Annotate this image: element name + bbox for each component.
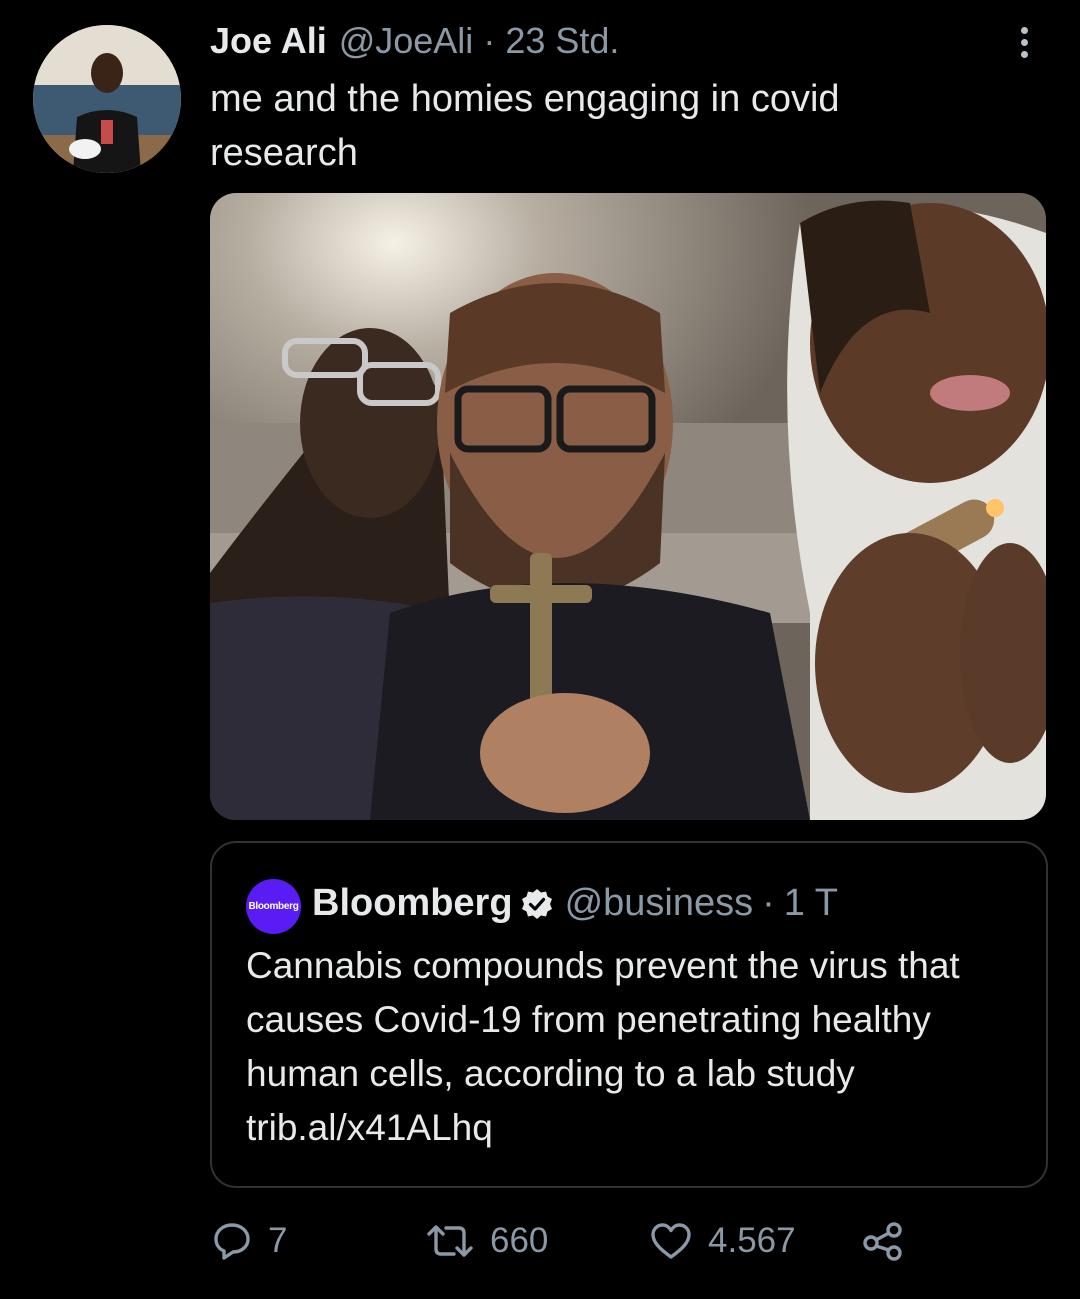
like-button[interactable]: 4.567: [648, 1214, 796, 1268]
author-avatar[interactable]: [33, 25, 181, 173]
quoted-author-name: Bloomberg: [312, 881, 513, 924]
quoted-tweet-header: Bloomberg @business · 1 T: [312, 879, 838, 927]
tweet-action-bar: 7 660 4.567: [210, 1214, 930, 1268]
quoted-author-handle: @business: [564, 881, 754, 924]
retweet-icon: [424, 1219, 476, 1263]
quoted-author-avatar[interactable]: Bloomberg: [246, 879, 301, 934]
like-count: 4.567: [708, 1221, 796, 1260]
retweet-count: 660: [490, 1221, 549, 1260]
reply-count: 7: [268, 1221, 288, 1260]
retweet-button[interactable]: 660: [424, 1214, 548, 1268]
heart-icon: [648, 1219, 694, 1263]
reply-button[interactable]: 7: [210, 1214, 287, 1268]
tweet-photo[interactable]: [210, 193, 1046, 820]
share-button[interactable]: [860, 1214, 906, 1268]
more-options-button[interactable]: [1008, 22, 1040, 62]
more-vertical-icon-dot: [1020, 50, 1028, 58]
quoted-tweet-text: Cannabis compounds prevent the virus tha…: [246, 945, 960, 1148]
quoted-separator-dot: ·: [762, 881, 775, 924]
tweet-text: me and the homies engaging in covid rese…: [210, 78, 840, 174]
share-icon: [860, 1219, 906, 1263]
author-name[interactable]: Joe Ali: [210, 20, 327, 62]
separator-dot: ·: [483, 20, 496, 61]
verified-badge-icon: [521, 887, 553, 919]
reply-icon: [210, 1219, 254, 1263]
quoted-tweet-card[interactable]: Bloomberg Bloomberg @business · 1 T Cann…: [210, 841, 1048, 1188]
tweet-header: Joe Ali @JoeAli · 23 Std.: [210, 20, 619, 64]
quoted-avatar-logo-text: Bloomberg: [248, 901, 299, 912]
author-avatar-photo: [33, 25, 181, 173]
author-handle[interactable]: @JoeAli: [339, 20, 474, 62]
more-vertical-icon: [1020, 26, 1028, 34]
more-vertical-icon-dot: [1020, 38, 1028, 46]
quoted-tweet-timestamp: 1 T: [783, 881, 838, 924]
tweet-photo-image: [210, 193, 1046, 820]
tweet-timestamp[interactable]: 23 Std.: [505, 20, 619, 62]
